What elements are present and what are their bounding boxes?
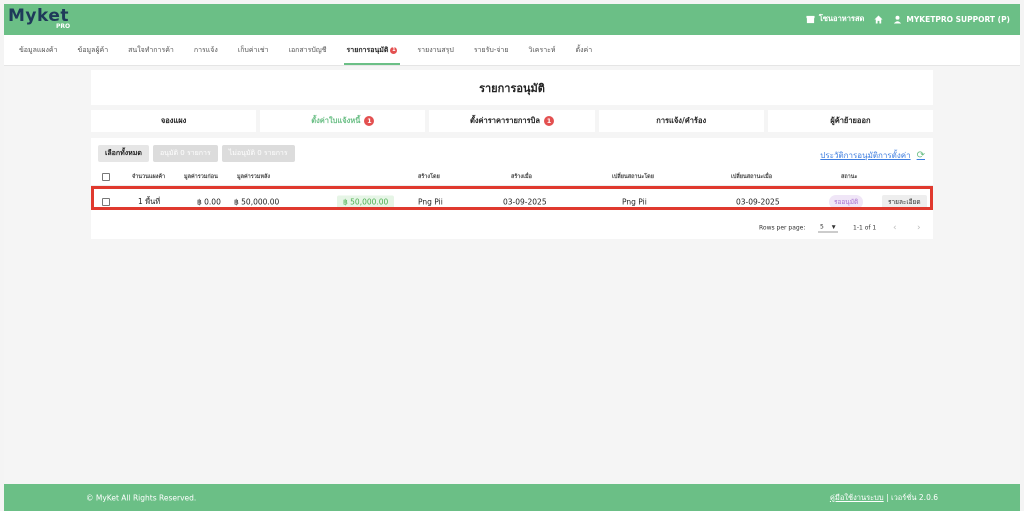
reject-button[interactable]: ไม่อนุมัติ 0 รายการ	[221, 145, 295, 162]
select-all-button[interactable]: เลือกทั้งหมด	[98, 145, 149, 162]
header-changed-at: เปลี่ยนสถานะเมื่อ	[731, 173, 773, 180]
nav-item-label: ข้อมูลแผงค้า	[19, 45, 58, 54]
header-stalls: จำนวนแผงค้า	[132, 173, 166, 180]
nav-item-label: การแจ้ง	[193, 45, 218, 54]
brand-sub: PRO	[56, 23, 71, 30]
table-header: จำนวนแผงค้า มูลค่ารวมก่อน มูลค่ารวมหลัง …	[91, 168, 933, 186]
approval-tabs: จองแผง ตั้งค่าใบแจ้งหนี้ 1 ตั้งค่าราคารายกา…	[91, 110, 934, 132]
tab-label: การแจ้ง/คำร้อง	[656, 116, 707, 125]
nav-list: ข้อมูลแผงค้า ข้อมูลผู้ค้า สนใจทำการค้า การแ…	[4, 35, 1020, 65]
nav-item-label: สนใจทำการค้า	[128, 45, 174, 54]
tab-2[interactable]: ตั้งค่าราคารายการบิล 1	[429, 110, 595, 132]
nav-item-label: รายรับ-จ่าย	[473, 45, 509, 54]
nav-item-2[interactable]: สนใจทำการค้า	[125, 35, 177, 65]
header-status: สถานะ	[841, 173, 858, 180]
nav-item-label: เอกสารบัญชี	[288, 45, 327, 54]
header-before: มูลค่ารวมก่อน	[184, 173, 218, 180]
nav-item-label: รายการอนุมัติ	[346, 45, 389, 54]
tab-3[interactable]: การแจ้ง/คำร้อง	[598, 110, 764, 132]
tab-badge: 1	[544, 116, 555, 126]
tab-label: ผู้ค้าย้ายออก	[830, 116, 871, 125]
market-selector[interactable]: โซนอาหารสด	[806, 13, 865, 25]
nav-item-label: เก็บค่าเช่า	[237, 45, 269, 54]
rows-per-page-select[interactable]: 5 ▼	[818, 224, 838, 233]
chevron-down-icon: ▼	[831, 224, 836, 231]
version-info: คู่มือใช้งานระบบ | เวอร์ชั่น 2.0.6	[830, 492, 938, 504]
nav-item-6[interactable]: รายการอนุมัติ 1	[343, 35, 401, 65]
nav-item-label: รายงานสรุป	[417, 45, 454, 54]
rows-per-page-label: Rows per page:	[759, 224, 806, 232]
next-page-icon[interactable]: ›	[917, 223, 921, 233]
copyright: © MyKet All Rights Reserved.	[86, 493, 197, 502]
nav-item-label: วิเคราะห์	[528, 45, 556, 54]
nav-item-8[interactable]: รายรับ-จ่าย	[471, 35, 512, 65]
pagination: Rows per page: 5 ▼ 1-1 of 1 ‹ ›	[91, 218, 933, 238]
row-highlight-box	[91, 186, 933, 210]
user-icon	[894, 15, 902, 24]
history-link[interactable]: ประวัติการอนุมัติการตั้งค่า	[820, 149, 910, 162]
tab-label: ตั้งค่าราคารายการบิล	[470, 116, 541, 125]
store-icon	[806, 15, 815, 23]
page-range: 1-1 of 1	[853, 224, 877, 232]
nav-item-label: ข้อมูลผู้ค้า	[77, 45, 109, 54]
tab-4[interactable]: ผู้ค้าย้ายออก	[767, 110, 934, 132]
header-created-at: สร้างเมื่อ	[511, 173, 532, 180]
bulk-actions: เลือกทั้งหมด อนุมัติ 0 รายการ ไม่อนุมัติ…	[98, 145, 295, 162]
page-title: รายการอนุมัติ	[479, 81, 545, 95]
top-right: โซนอาหารสด MYKETPRO SUPPORT (P)	[806, 13, 1010, 25]
nav-item-3[interactable]: การแจ้ง	[191, 35, 221, 65]
footer: © MyKet All Rights Reserved. คู่มือใช้งา…	[4, 484, 1020, 511]
main-nav: ข้อมูลแผงค้า ข้อมูลผู้ค้า สนใจทำการค้า การแ…	[4, 35, 1020, 66]
user-menu[interactable]: MYKETPRO SUPPORT (P)	[893, 15, 1010, 24]
nav-item-10[interactable]: ตั้งค่า	[573, 35, 596, 65]
tab-label: ตั้งค่าใบแจ้งหนี้	[311, 116, 361, 125]
nav-item-0[interactable]: ข้อมูลแผงค้า	[16, 35, 61, 65]
title-panel: รายการอนุมัติ	[91, 70, 933, 105]
nav-item-5[interactable]: เอกสารบัญชี	[286, 35, 330, 65]
rows-per-page-value: 5	[820, 223, 824, 231]
refresh-icon[interactable]: ⟳	[917, 150, 925, 161]
top-bar: Myket PRO โซนอาหารสด MYKETPRO SUPPORT (P…	[4, 4, 1020, 35]
home-icon[interactable]	[874, 14, 883, 24]
nav-badge: 1	[390, 46, 398, 54]
header-after: มูลค่ารวมหลัง	[237, 173, 271, 180]
market-label: โซนอาหารสด	[818, 14, 865, 23]
header-changed-by: เปลี่ยนสถานะโดย	[612, 173, 654, 180]
nav-item-9[interactable]: วิเคราะห์	[525, 35, 558, 65]
nav-item-1[interactable]: ข้อมูลผู้ค้า	[75, 35, 112, 65]
app-frame: Myket PRO โซนอาหารสด MYKETPRO SUPPORT (P…	[4, 4, 1020, 511]
nav-item-7[interactable]: รายงานสรุป	[414, 35, 456, 65]
version-label: เวอร์ชั่น 2.0.6	[891, 492, 938, 502]
tab-1[interactable]: ตั้งค่าใบแจ้งหนี้ 1	[260, 110, 426, 132]
header-created-by: สร้างโดย	[418, 173, 440, 180]
history-area: ประวัติการอนุมัติการตั้งค่า ⟳	[820, 149, 925, 162]
manual-link[interactable]: คู่มือใช้งานระบบ	[830, 493, 884, 502]
prev-page-icon[interactable]: ‹	[893, 223, 897, 233]
nav-item-label: ตั้งค่า	[575, 45, 593, 54]
approve-button[interactable]: อนุมัติ 0 รายการ	[152, 145, 218, 162]
tab-badge: 1	[364, 116, 375, 126]
tab-label: จองแผง	[160, 116, 187, 125]
tab-0[interactable]: จองแผง	[91, 110, 257, 132]
select-all-checkbox[interactable]	[102, 172, 110, 181]
user-label: MYKETPRO SUPPORT (P)	[906, 14, 1010, 24]
nav-item-4[interactable]: เก็บค่าเช่า	[235, 35, 272, 65]
